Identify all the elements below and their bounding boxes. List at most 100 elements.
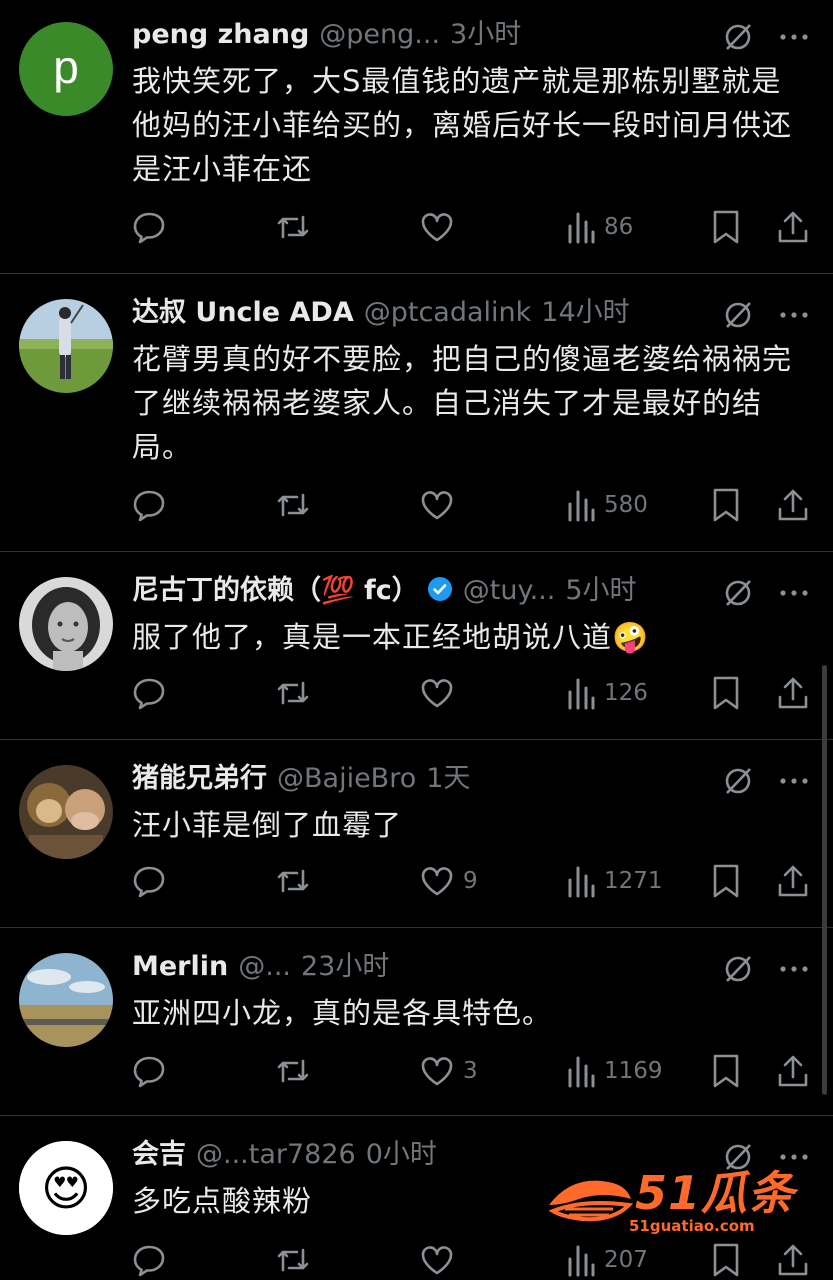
share-button[interactable] (776, 861, 810, 901)
author-handle[interactable]: @BajieBro (277, 763, 416, 794)
views-icon (568, 678, 595, 710)
like-button[interactable] (419, 485, 463, 525)
repost-button[interactable] (274, 861, 312, 901)
reply-button[interactable] (131, 485, 167, 525)
author-handle[interactable]: @tuy... (463, 575, 556, 606)
views-icon (568, 1056, 595, 1088)
reply-icon (133, 1056, 165, 1088)
post-3[interactable]: 尼古丁的依赖（💯 fc） @tuy... 5小时 服了他了，真是一本正经地胡说八道🤪… (0, 552, 833, 740)
grok-icon[interactable] (723, 766, 753, 796)
repost-icon (277, 1248, 309, 1272)
avatar[interactable] (19, 765, 113, 859)
bookmark-button[interactable] (711, 485, 741, 525)
repost-button[interactable] (274, 1240, 312, 1280)
avatar[interactable]: 😍 (19, 1141, 113, 1235)
author-name[interactable]: 会吉 (132, 1139, 186, 1170)
author-name[interactable]: peng zhang (132, 19, 309, 50)
reply-button[interactable] (131, 1240, 167, 1280)
share-button[interactable] (776, 1240, 810, 1280)
grok-icon[interactable] (723, 578, 753, 608)
share-button[interactable] (776, 207, 810, 247)
scrollbar[interactable] (822, 665, 827, 1095)
views-button[interactable]: 1169 (566, 1051, 663, 1091)
author-handle[interactable]: @... (238, 951, 291, 982)
author-name[interactable]: 达叔 Uncle ADA (132, 297, 354, 328)
repost-icon (277, 869, 309, 893)
post-time[interactable]: 3小时 (450, 19, 521, 50)
reply-button[interactable] (131, 1051, 167, 1091)
author-name[interactable]: 尼古丁的依赖（💯 fc） (132, 575, 419, 606)
author-handle[interactable]: @peng... (319, 19, 440, 50)
more-icon[interactable] (777, 298, 811, 332)
repost-button[interactable] (274, 673, 312, 713)
like-button[interactable]: 3 (419, 1051, 478, 1091)
heart-icon (421, 213, 453, 242)
views-button[interactable]: 207 (566, 1240, 648, 1280)
reply-button[interactable] (131, 207, 167, 247)
like-button[interactable] (419, 1240, 463, 1280)
avatar[interactable] (19, 577, 113, 671)
post-time[interactable]: 1天 (426, 763, 470, 794)
avatar[interactable] (19, 299, 113, 393)
repost-button[interactable] (274, 485, 312, 525)
post-time[interactable]: 23小时 (301, 951, 389, 982)
post-time[interactable]: 5小时 (565, 575, 636, 606)
avatar[interactable]: p (19, 22, 113, 116)
share-button[interactable] (776, 485, 810, 525)
bookmark-button[interactable] (711, 861, 741, 901)
like-count: 3 (463, 1058, 478, 1084)
more-icon[interactable] (777, 952, 811, 986)
author-handle[interactable]: @...tar7826 (196, 1139, 356, 1170)
grok-icon[interactable] (723, 22, 753, 52)
grok-icon[interactable] (723, 954, 753, 984)
reply-button[interactable] (131, 861, 167, 901)
more-icon[interactable] (777, 20, 811, 54)
views-button[interactable]: 86 (566, 207, 633, 247)
view-count: 580 (604, 492, 648, 518)
bookmark-icon (713, 488, 739, 522)
author-handle[interactable]: @ptcadalink (364, 297, 532, 328)
view-count: 86 (604, 214, 634, 240)
post-actions: 580 (0, 485, 833, 525)
repost-icon (277, 1059, 309, 1083)
repost-button[interactable] (274, 207, 312, 247)
author-name[interactable]: 猪能兄弟行 (132, 763, 267, 794)
share-button[interactable] (776, 1051, 810, 1091)
verified-badge-icon (427, 577, 452, 601)
bookmark-button[interactable] (711, 207, 741, 247)
bookmark-icon (713, 676, 739, 710)
repost-button[interactable] (274, 1051, 312, 1091)
post-actions: 86 (0, 207, 833, 247)
avatar[interactable] (19, 953, 113, 1047)
post-actions: 3 1169 (0, 1051, 833, 1091)
like-button[interactable] (419, 673, 463, 713)
more-icon[interactable] (777, 764, 811, 798)
post-text: 亚洲四小龙，真的是各具特色。 (132, 996, 553, 1030)
views-button[interactable]: 126 (566, 673, 648, 713)
author-name[interactable]: Merlin (132, 951, 228, 982)
post-text: 汪小菲是倒了血霉了 (132, 808, 403, 842)
bookmark-button[interactable] (711, 1240, 741, 1280)
grok-icon[interactable] (723, 300, 753, 330)
views-icon (568, 490, 595, 522)
watermark-logo-icon (548, 1180, 634, 1222)
bookmark-button[interactable] (711, 1051, 741, 1091)
like-button[interactable]: 9 (419, 861, 478, 901)
watermark: 51瓜条 51guatiao.com (543, 1165, 803, 1235)
views-button[interactable]: 1271 (566, 861, 663, 901)
repost-icon (277, 681, 309, 705)
share-icon (778, 211, 808, 243)
repost-icon (277, 493, 309, 517)
post-5[interactable]: Merlin @... 23小时 亚洲四小龙，真的是各具特色。 3 1169 (0, 928, 833, 1116)
post-1[interactable]: p peng zhang @peng... 3小时 我快笑死了，大S最值钱的遗产就是… (0, 0, 833, 274)
post-time[interactable]: 14小时 (541, 297, 629, 328)
like-button[interactable] (419, 207, 463, 247)
views-button[interactable]: 580 (566, 485, 648, 525)
bookmark-button[interactable] (711, 673, 741, 713)
post-4[interactable]: 猪能兄弟行 @BajieBro 1天 汪小菲是倒了血霉了 9 1271 (0, 740, 833, 928)
post-2[interactable]: 达叔 Uncle ADA @ptcadalink 14小时 花臂男真的好不要脸，把自… (0, 274, 833, 552)
more-icon[interactable] (777, 576, 811, 610)
post-time[interactable]: 0小时 (366, 1139, 437, 1170)
reply-button[interactable] (131, 673, 167, 713)
share-button[interactable] (776, 673, 810, 713)
